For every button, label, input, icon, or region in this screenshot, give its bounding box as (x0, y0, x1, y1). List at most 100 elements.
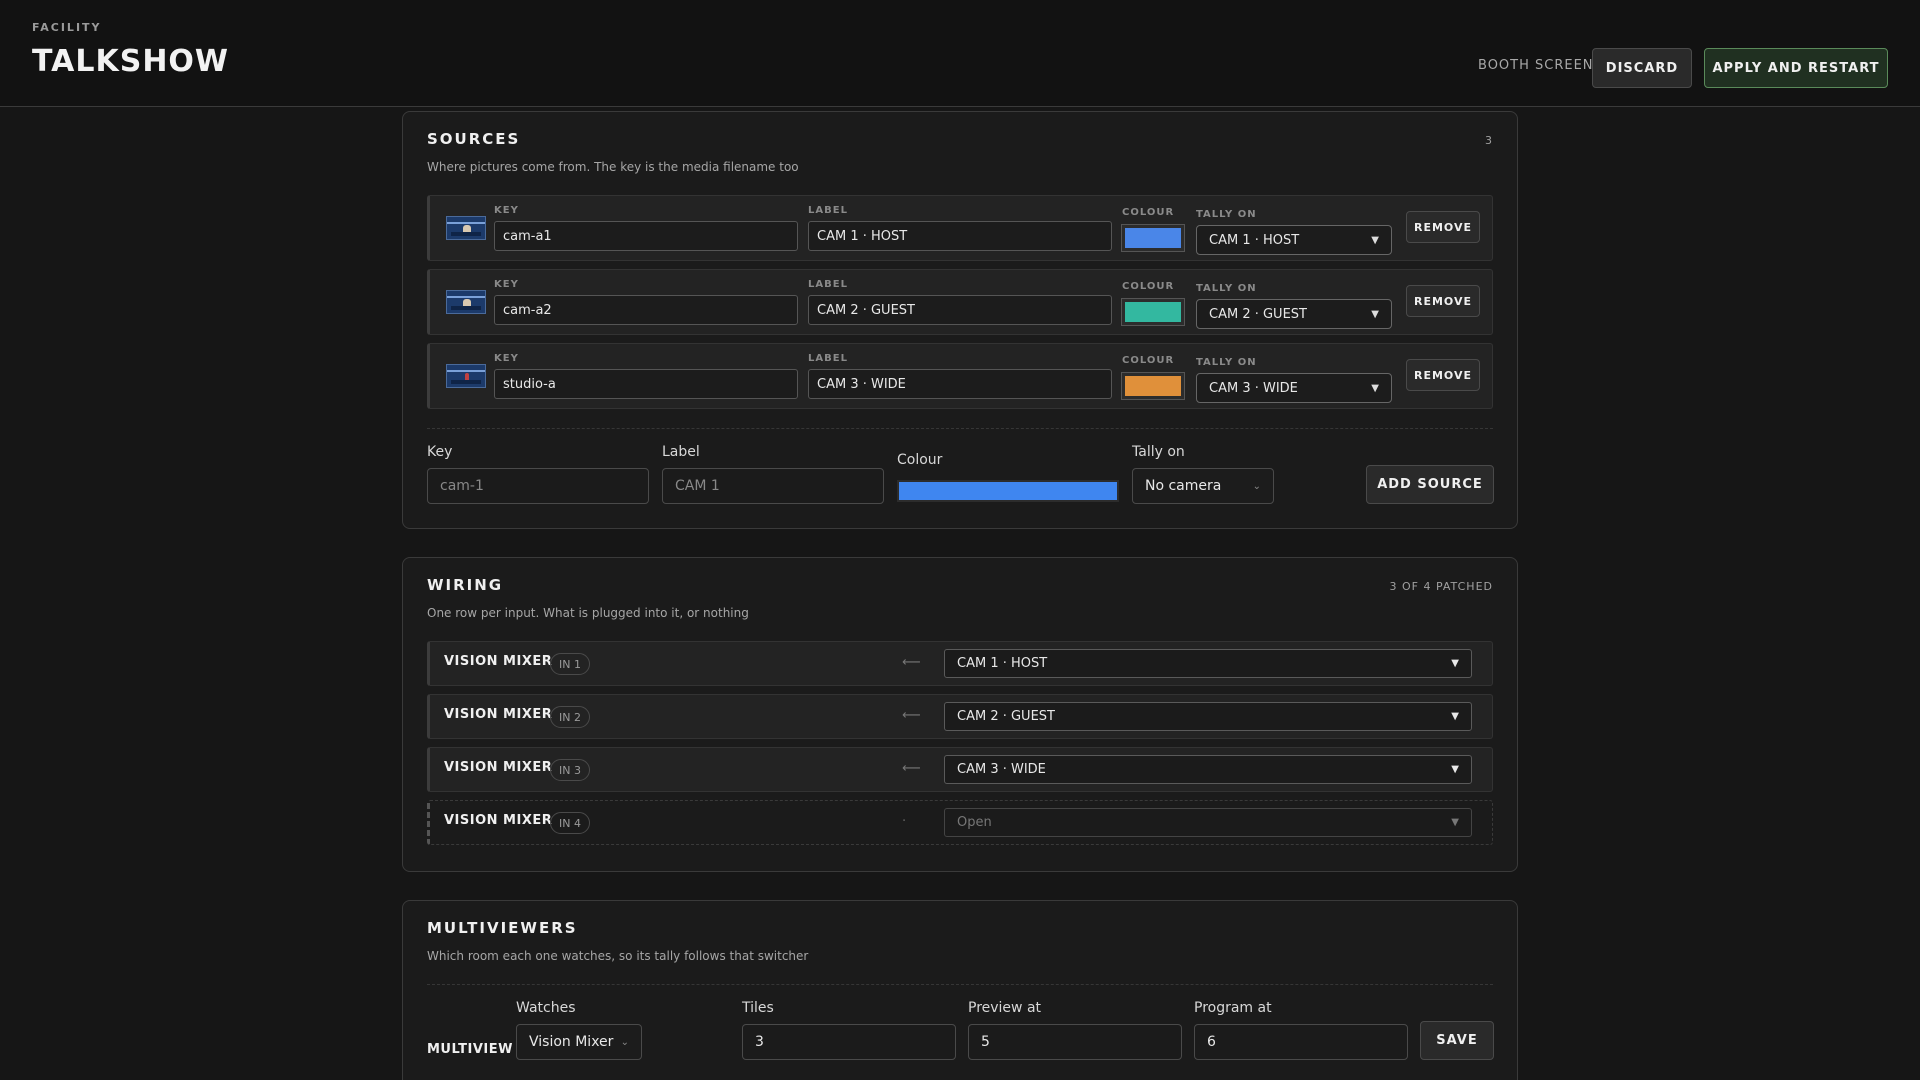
tally-value: CAM 2 · GUEST (1209, 306, 1307, 322)
program-at-label: Program at (1194, 1000, 1272, 1016)
input-badge: IN 3 (550, 759, 590, 781)
input-badge: IN 4 (550, 812, 590, 834)
page-title: TALKSHOW (32, 44, 230, 79)
program-at-input[interactable]: 6 (1194, 1024, 1408, 1060)
chevron-down-icon: ▼ (1371, 234, 1379, 246)
wiring-row: VISION MIXER IN 3 ⟵ CAM 3 · WIDE ▼ (427, 747, 1493, 792)
label-label: LABEL (808, 279, 848, 290)
wiring-row: VISION MIXER IN 2 ⟵ CAM 2 · GUEST ▼ (427, 694, 1493, 739)
tally-value: CAM 3 · WIDE (1209, 380, 1298, 396)
source-thumbnail (446, 290, 486, 314)
chevron-down-icon: ▼ (1451, 658, 1459, 669)
remove-source-button[interactable]: REMOVE (1406, 359, 1480, 391)
multiviewers-title: MULTIVIEWERS (427, 919, 578, 937)
watches-value: Vision Mixer (529, 1034, 614, 1050)
label-label: LABEL (808, 205, 848, 216)
source-label-input[interactable]: CAM 2 · GUEST (808, 295, 1112, 325)
source-tally-select[interactable]: CAM 2 · GUEST ▼ (1196, 299, 1392, 329)
source-key-input[interactable]: cam-a1 (494, 221, 798, 251)
wiring-source-select[interactable]: Open ▼ (944, 808, 1472, 837)
preview-at-label: Preview at (968, 1000, 1042, 1016)
wiring-row: VISION MIXER IN 1 ⟵ CAM 1 · HOST ▼ (427, 641, 1493, 686)
source-colour-swatch[interactable] (1121, 298, 1185, 326)
top-bar: FACILITY TALKSHOW BOOTH SCREEN DISCARD A… (0, 0, 1920, 107)
wiring-source-value: CAM 3 · WIDE (957, 762, 1046, 777)
source-thumbnail (446, 216, 486, 240)
chevron-down-icon: ⌄ (1252, 480, 1261, 492)
chevron-down-icon: ▼ (1371, 382, 1379, 394)
wiring-source-select[interactable]: CAM 2 · GUEST ▼ (944, 702, 1472, 731)
chevron-down-icon: ▼ (1451, 711, 1459, 722)
sources-subtitle: Where pictures come from. The key is the… (427, 160, 799, 174)
add-source-button[interactable]: ADD SOURCE (1366, 465, 1494, 504)
tally-label: TALLY ON (1196, 283, 1257, 294)
wiring-source-value: CAM 2 · GUEST (957, 709, 1055, 724)
source-row: KEY cam-a2 LABEL CAM 2 · GUEST COLOUR TA… (427, 269, 1493, 335)
source-key-input[interactable]: cam-a2 (494, 295, 798, 325)
discard-button[interactable]: DISCARD (1592, 48, 1692, 88)
dot-icon: · (902, 814, 907, 829)
save-button[interactable]: SAVE (1420, 1021, 1494, 1060)
multiview-name: MULTIVIEW (427, 1042, 513, 1057)
remove-source-button[interactable]: REMOVE (1406, 285, 1480, 317)
label-label: LABEL (808, 353, 848, 364)
key-label: KEY (494, 353, 519, 364)
device-name: VISION MIXER (444, 654, 553, 669)
chevron-down-icon: ⌄ (620, 1036, 629, 1048)
booth-screen-link[interactable]: BOOTH SCREEN (1478, 58, 1594, 73)
new-tally-label: Tally on (1132, 444, 1185, 460)
source-colour-swatch[interactable] (1121, 224, 1185, 252)
arrow-left-icon: ⟵ (902, 761, 921, 776)
colour-label: COLOUR (1122, 207, 1175, 218)
source-tally-select[interactable]: CAM 1 · HOST ▼ (1196, 225, 1392, 255)
arrow-left-icon: ⟵ (902, 708, 921, 723)
new-label-input[interactable]: CAM 1 (662, 468, 884, 504)
new-tally-value: No camera (1145, 478, 1222, 494)
source-tally-select[interactable]: CAM 3 · WIDE ▼ (1196, 373, 1392, 403)
facility-eyebrow: FACILITY (32, 21, 102, 34)
wiring-count: 3 OF 4 PATCHED (1389, 580, 1493, 593)
colour-label: COLOUR (1122, 355, 1175, 366)
wiring-panel: WIRING 3 OF 4 PATCHED One row per input.… (402, 557, 1518, 872)
wiring-row-open: VISION MIXER IN 4 · Open ▼ (427, 800, 1493, 845)
wiring-subtitle: One row per input. What is plugged into … (427, 606, 749, 620)
wiring-source-value: CAM 1 · HOST (957, 656, 1048, 671)
wiring-source-value: Open (957, 815, 992, 830)
source-label-input[interactable]: CAM 3 · WIDE (808, 369, 1112, 399)
source-row: KEY cam-a1 LABEL CAM 1 · HOST COLOUR TAL… (427, 195, 1493, 261)
source-row: KEY studio-a LABEL CAM 3 · WIDE COLOUR T… (427, 343, 1493, 409)
source-label-input[interactable]: CAM 1 · HOST (808, 221, 1112, 251)
remove-source-button[interactable]: REMOVE (1406, 211, 1480, 243)
apply-and-restart-button[interactable]: APPLY AND RESTART (1704, 48, 1888, 88)
source-colour-swatch[interactable] (1121, 372, 1185, 400)
wiring-source-select[interactable]: CAM 3 · WIDE ▼ (944, 755, 1472, 784)
input-badge: IN 2 (550, 706, 590, 728)
new-key-input[interactable]: cam-1 (427, 468, 649, 504)
new-tally-select[interactable]: No camera ⌄ (1132, 468, 1274, 504)
wiring-source-select[interactable]: CAM 1 · HOST ▼ (944, 649, 1472, 678)
input-badge: IN 1 (550, 653, 590, 675)
multiviewers-subtitle: Which room each one watches, so its tall… (427, 949, 809, 963)
chevron-down-icon: ▼ (1451, 764, 1459, 775)
divider (427, 984, 1493, 985)
wiring-title: WIRING (427, 576, 504, 594)
device-name: VISION MIXER (444, 813, 553, 828)
tally-label: TALLY ON (1196, 357, 1257, 368)
new-key-label: Key (427, 444, 453, 460)
sources-count: 3 (1485, 134, 1493, 147)
tally-value: CAM 1 · HOST (1209, 232, 1300, 248)
multiviewers-panel: MULTIVIEWERS Which room each one watches… (402, 900, 1518, 1080)
watches-select[interactable]: Vision Mixer ⌄ (516, 1024, 642, 1060)
tally-label: TALLY ON (1196, 209, 1257, 220)
preview-at-input[interactable]: 5 (968, 1024, 1182, 1060)
device-name: VISION MIXER (444, 760, 553, 775)
sources-panel: SOURCES 3 Where pictures come from. The … (402, 111, 1518, 529)
chevron-down-icon: ▼ (1451, 817, 1459, 828)
source-thumbnail (446, 364, 486, 388)
watches-label: Watches (516, 1000, 576, 1016)
new-colour-swatch[interactable] (897, 480, 1119, 502)
chevron-down-icon: ▼ (1371, 308, 1379, 320)
source-key-input[interactable]: studio-a (494, 369, 798, 399)
tiles-label: Tiles (742, 1000, 774, 1016)
tiles-input[interactable]: 3 (742, 1024, 956, 1060)
